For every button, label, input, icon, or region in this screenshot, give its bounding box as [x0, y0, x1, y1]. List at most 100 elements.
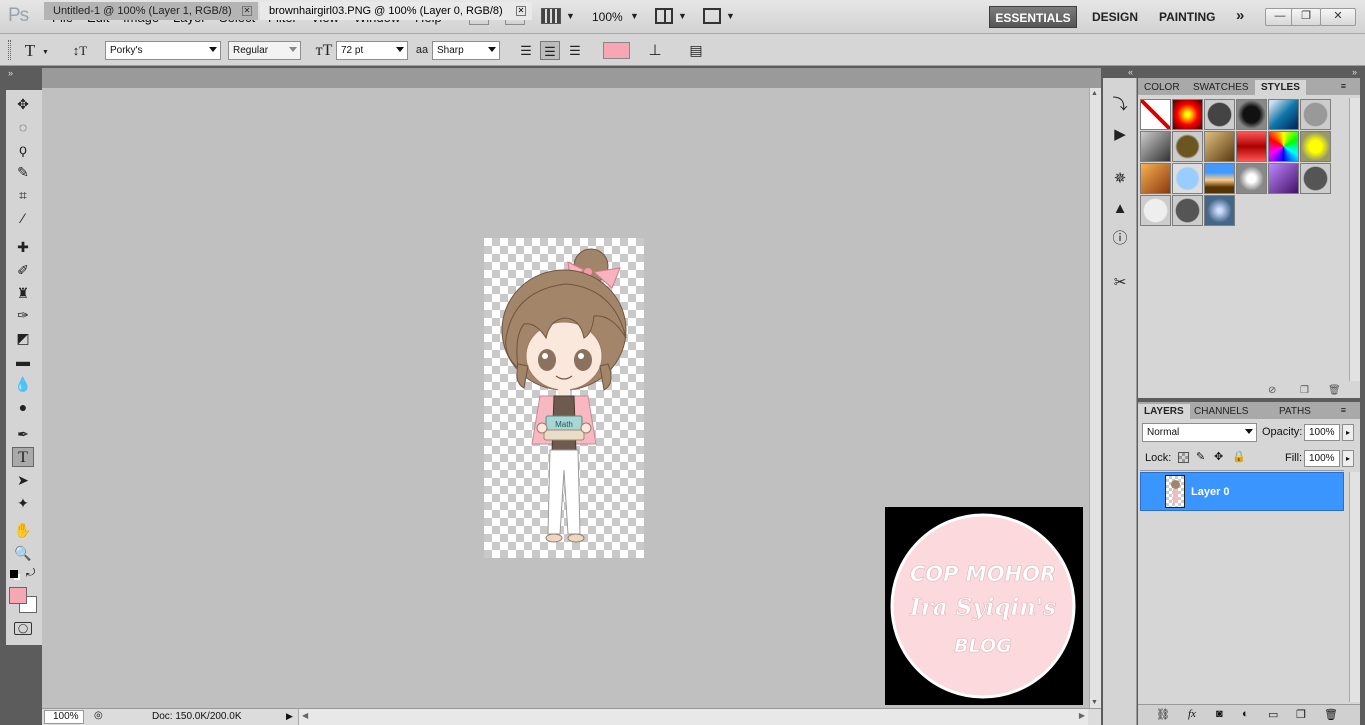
custom-shape-tool-icon[interactable]: ✦	[12, 493, 34, 513]
tool-preset-type-icon[interactable]: T	[20, 41, 40, 60]
workspace-painting[interactable]: PAINTING	[1159, 10, 1215, 24]
adjustment-layer-icon[interactable]: ◐	[1242, 708, 1249, 720]
chevron-down-icon[interactable]: ▼	[726, 11, 735, 21]
status-icon[interactable]: ◎	[94, 710, 103, 721]
status-menu-icon[interactable]: ▶	[286, 711, 293, 722]
warp-text-icon[interactable]: ⊥	[645, 41, 665, 60]
text-color-swatch[interactable]	[603, 42, 630, 59]
crop-tool-icon[interactable]: ⌗	[12, 185, 34, 205]
blend-mode-select[interactable]: Normal	[1142, 423, 1257, 442]
restore-button[interactable]: ❐	[1291, 8, 1321, 26]
fill-slider-icon[interactable]: ▸	[1342, 450, 1354, 467]
arrange-documents-icon[interactable]	[655, 8, 673, 24]
path-selection-tool-icon[interactable]: ➤	[12, 470, 34, 490]
scroll-right-icon[interactable]: ▶	[1079, 711, 1085, 720]
style-swatch[interactable]	[1236, 163, 1267, 194]
layers-scrollbar[interactable]	[1349, 472, 1360, 702]
layer-mask-icon[interactable]: ◙	[1216, 708, 1223, 720]
clear-style-icon[interactable]: ⊘	[1268, 385, 1276, 396]
actions-panel-icon[interactable]: ▶	[1109, 124, 1131, 146]
style-swatch[interactable]	[1172, 195, 1203, 226]
style-swatch[interactable]	[1236, 131, 1267, 162]
histogram-panel-icon[interactable]: ▲	[1109, 198, 1131, 220]
view-extras-icon[interactable]	[541, 8, 561, 24]
zoom-level[interactable]: 100%	[592, 10, 623, 24]
style-swatch[interactable]	[1140, 195, 1171, 226]
healing-brush-tool-icon[interactable]: ✚	[12, 237, 34, 257]
fill-input[interactable]: 100%	[1304, 450, 1340, 467]
panel-menu-icon[interactable]: ≡	[1341, 405, 1346, 415]
lock-transparency-icon[interactable]	[1178, 452, 1189, 463]
horizontal-scrollbar[interactable]: ◀ ▶	[298, 709, 1088, 725]
font-size-select[interactable]: 72 pt	[336, 41, 408, 60]
tab-untitled-1[interactable]: Untitled-1 @ 100% (Layer 1, RGB/8) ✕	[44, 2, 258, 20]
style-swatch[interactable]	[1236, 99, 1267, 130]
tab-channels[interactable]: CHANNELS	[1188, 404, 1254, 419]
layer-row[interactable]: Layer 0	[1140, 472, 1344, 511]
pen-tool-icon[interactable]: ✒	[12, 424, 34, 444]
antialias-select[interactable]: Sharp	[432, 41, 500, 60]
workspace-design[interactable]: DESIGN	[1092, 10, 1138, 24]
navigator-panel-icon[interactable]: ✵	[1109, 168, 1131, 190]
workspace-essentials[interactable]: ESSENTIALS	[989, 6, 1077, 28]
quick-selection-tool-icon[interactable]: ✎	[12, 162, 34, 182]
font-style-select[interactable]: Regular	[228, 41, 301, 60]
tab-swatches[interactable]: SWATCHES	[1187, 80, 1255, 95]
clone-stamp-tool-icon[interactable]: ♜	[12, 283, 34, 303]
style-swatch[interactable]	[1140, 131, 1171, 162]
marquee-tool-icon[interactable]: ◌	[12, 117, 34, 137]
info-panel-icon[interactable]: ⓘ	[1109, 228, 1131, 250]
style-swatch[interactable]	[1300, 99, 1331, 130]
styles-scrollbar[interactable]	[1349, 98, 1360, 381]
layer-thumbnail[interactable]	[1165, 475, 1185, 508]
lock-position-icon[interactable]: ✥	[1214, 450, 1223, 463]
chevron-down-icon[interactable]: ▼	[42, 49, 49, 56]
document-canvas[interactable]: Math	[484, 238, 644, 558]
opacity-slider-icon[interactable]: ▸	[1342, 424, 1354, 441]
scroll-left-icon[interactable]: ◀	[302, 711, 308, 720]
style-swatch[interactable]	[1204, 195, 1235, 226]
chevron-down-icon[interactable]: ▼	[678, 11, 687, 21]
scroll-up-icon[interactable]: ▲	[1091, 90, 1098, 97]
style-swatch[interactable]	[1204, 99, 1235, 130]
zoom-field[interactable]: 100%	[44, 710, 84, 724]
lock-all-icon[interactable]: 🔒	[1232, 450, 1246, 463]
style-swatch[interactable]	[1300, 131, 1331, 162]
new-group-icon[interactable]: ▭	[1268, 708, 1278, 721]
eraser-tool-icon[interactable]: ◩	[12, 328, 34, 348]
screen-mode-icon[interactable]	[703, 8, 721, 24]
style-swatch[interactable]	[1300, 163, 1331, 194]
panel-menu-icon[interactable]: ≡	[1341, 81, 1346, 91]
style-swatch[interactable]	[1268, 163, 1299, 194]
align-left-icon[interactable]: ☰	[516, 41, 536, 60]
tab-styles[interactable]: STYLES	[1255, 80, 1306, 95]
style-swatch[interactable]	[1140, 163, 1171, 194]
expand-icon[interactable]: «	[1128, 67, 1133, 77]
style-swatch[interactable]	[1172, 99, 1203, 130]
type-tool-icon[interactable]: T	[12, 447, 34, 467]
foreground-color-swatch[interactable]	[9, 587, 27, 604]
close-button[interactable]: ✕	[1320, 8, 1356, 26]
text-orientation-icon[interactable]: ↕T	[70, 41, 90, 60]
collapse-icon[interactable]: »	[1352, 67, 1357, 77]
zoom-tool-icon[interactable]: 🔍	[12, 543, 34, 563]
align-center-icon[interactable]: ☰	[540, 41, 560, 60]
eyedropper-tool-icon[interactable]: ⁄	[12, 208, 34, 228]
close-icon[interactable]: ✕	[516, 6, 526, 16]
link-layers-icon[interactable]: ⛓	[1156, 708, 1170, 721]
tools-panel-icon[interactable]: ✂	[1109, 272, 1131, 294]
style-swatch[interactable]	[1172, 131, 1203, 162]
layer-style-icon[interactable]: fx	[1188, 708, 1196, 720]
style-swatch[interactable]	[1268, 131, 1299, 162]
layer-name[interactable]: Layer 0	[1191, 486, 1230, 498]
chevron-down-icon[interactable]: ▼	[630, 11, 639, 21]
vertical-scrollbar[interactable]: ▲ ▼	[1089, 88, 1101, 708]
style-none-swatch[interactable]	[1140, 99, 1171, 130]
move-tool-icon[interactable]: ✥	[12, 94, 34, 114]
delete-style-icon[interactable]: 🗑	[1328, 385, 1341, 396]
character-panel-icon[interactable]: ▤	[686, 41, 706, 60]
lasso-tool-icon[interactable]: ϙ	[12, 139, 34, 159]
dodge-tool-icon[interactable]: ●	[12, 397, 34, 417]
history-brush-tool-icon[interactable]: ✑	[12, 305, 34, 325]
collapse-icon[interactable]: »	[8, 68, 13, 78]
